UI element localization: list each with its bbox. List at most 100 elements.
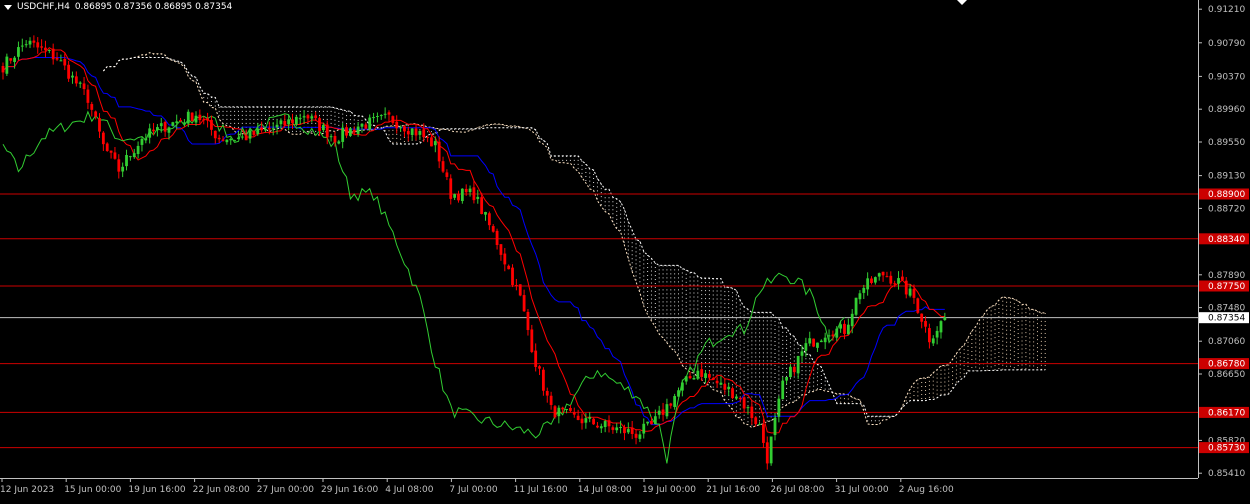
candle-body bbox=[897, 278, 900, 284]
candle-body bbox=[333, 135, 337, 143]
candle-body bbox=[491, 226, 495, 232]
candle-body bbox=[669, 403, 673, 406]
candle-body bbox=[206, 118, 209, 121]
candle-body bbox=[256, 128, 260, 135]
candle-body bbox=[638, 434, 642, 439]
candle-body bbox=[870, 278, 873, 283]
candle-body bbox=[619, 426, 622, 428]
price-chart[interactable]: 0.91210 0.90790 0.90370 0.89960 0.89550 0.891… bbox=[0, 0, 1250, 500]
candle-body bbox=[885, 276, 889, 278]
level-price-label: 0.87750 bbox=[1208, 282, 1245, 292]
candle-body bbox=[9, 58, 13, 61]
candle-body bbox=[873, 277, 877, 283]
candle-body bbox=[28, 40, 32, 45]
price-tick-label: 0.86650 bbox=[1208, 370, 1245, 380]
candle-body bbox=[260, 127, 264, 131]
candle-body bbox=[341, 127, 345, 142]
candle-body bbox=[742, 397, 746, 409]
candle-body bbox=[812, 338, 815, 347]
time-tick-label: 12 Jun 2023 bbox=[0, 485, 54, 495]
level-price-label: 0.85730 bbox=[1208, 444, 1245, 454]
candle-body bbox=[599, 426, 603, 429]
candle-body bbox=[866, 278, 870, 290]
candle-body bbox=[287, 119, 291, 125]
candle-body bbox=[889, 275, 893, 284]
candle-body bbox=[935, 330, 939, 338]
candle-body bbox=[275, 124, 279, 128]
candle-body bbox=[464, 188, 468, 193]
candle-body bbox=[611, 427, 615, 430]
candle-body bbox=[750, 406, 754, 419]
candle-body bbox=[163, 122, 167, 132]
candle-body bbox=[511, 267, 514, 286]
candle-body bbox=[376, 116, 379, 118]
candle-body bbox=[692, 378, 696, 380]
candle-body bbox=[101, 132, 105, 145]
candle-body bbox=[904, 280, 908, 295]
candle-body bbox=[121, 166, 125, 172]
candle-body bbox=[167, 127, 171, 133]
candle-body bbox=[542, 369, 545, 391]
candle-body bbox=[700, 369, 704, 377]
candle-body bbox=[213, 130, 217, 139]
candle-body bbox=[731, 388, 734, 399]
candle-body bbox=[877, 273, 881, 277]
candle-body bbox=[449, 178, 453, 199]
chart-menu-icon[interactable] bbox=[4, 4, 12, 10]
candle-body bbox=[94, 111, 98, 117]
candle-body bbox=[704, 373, 707, 379]
candle-body bbox=[329, 136, 333, 138]
candle-body bbox=[109, 150, 113, 153]
candle-body bbox=[723, 383, 727, 390]
candle-body bbox=[719, 382, 723, 385]
candle-body bbox=[526, 311, 530, 331]
candle-body bbox=[387, 112, 391, 115]
candle-body bbox=[808, 338, 812, 344]
candle-body bbox=[854, 297, 858, 315]
candle-body bbox=[294, 116, 298, 125]
candle-body bbox=[13, 57, 16, 63]
candle-body bbox=[117, 159, 121, 172]
candle-body bbox=[912, 288, 916, 298]
candle-body bbox=[414, 128, 418, 136]
candle-body bbox=[283, 120, 287, 126]
candle-body bbox=[939, 321, 943, 333]
one-click-trading-icon[interactable] bbox=[957, 0, 967, 5]
chart-title: USDCHF,H4 0.86895 0.87356 0.86895 0.8735… bbox=[4, 2, 232, 12]
candle-body bbox=[314, 115, 318, 119]
candle-body bbox=[210, 119, 213, 130]
candle-body bbox=[47, 49, 51, 51]
candle-body bbox=[225, 139, 229, 143]
candle-body bbox=[125, 155, 128, 167]
candle-body bbox=[202, 119, 206, 121]
candle-body bbox=[792, 366, 796, 373]
candle-body bbox=[391, 116, 395, 123]
candle-body bbox=[349, 128, 352, 136]
candle-body bbox=[310, 116, 314, 119]
candle-body bbox=[920, 313, 924, 322]
price-axis: 0.91210 0.90790 0.90370 0.89960 0.89550 0.891… bbox=[0, 0, 1249, 479]
candle-body bbox=[850, 313, 854, 327]
candle-body bbox=[677, 390, 680, 397]
candle-body bbox=[379, 115, 383, 117]
candle-body bbox=[156, 127, 159, 131]
chart-canvas[interactable]: 0.91210 0.90790 0.90370 0.89960 0.89550 0.891… bbox=[0, 0, 1250, 500]
candle-body bbox=[356, 126, 360, 134]
candle-body bbox=[17, 47, 20, 57]
candle-body bbox=[252, 130, 256, 135]
candle-body bbox=[98, 118, 101, 132]
candle-body bbox=[20, 45, 24, 47]
candle-body bbox=[480, 197, 484, 214]
candle-body bbox=[777, 398, 781, 417]
candle-body bbox=[422, 129, 426, 138]
candle-body bbox=[321, 124, 325, 131]
ichimoku-lines bbox=[2, 47, 945, 464]
candle-body bbox=[240, 136, 244, 138]
price-tick-label: 0.85410 bbox=[1208, 469, 1245, 479]
candle-body bbox=[746, 407, 750, 409]
candle-body bbox=[406, 130, 410, 135]
candle-body bbox=[738, 398, 742, 400]
candle-body bbox=[673, 396, 677, 408]
candle-body bbox=[484, 212, 487, 215]
candle-body bbox=[758, 423, 761, 425]
